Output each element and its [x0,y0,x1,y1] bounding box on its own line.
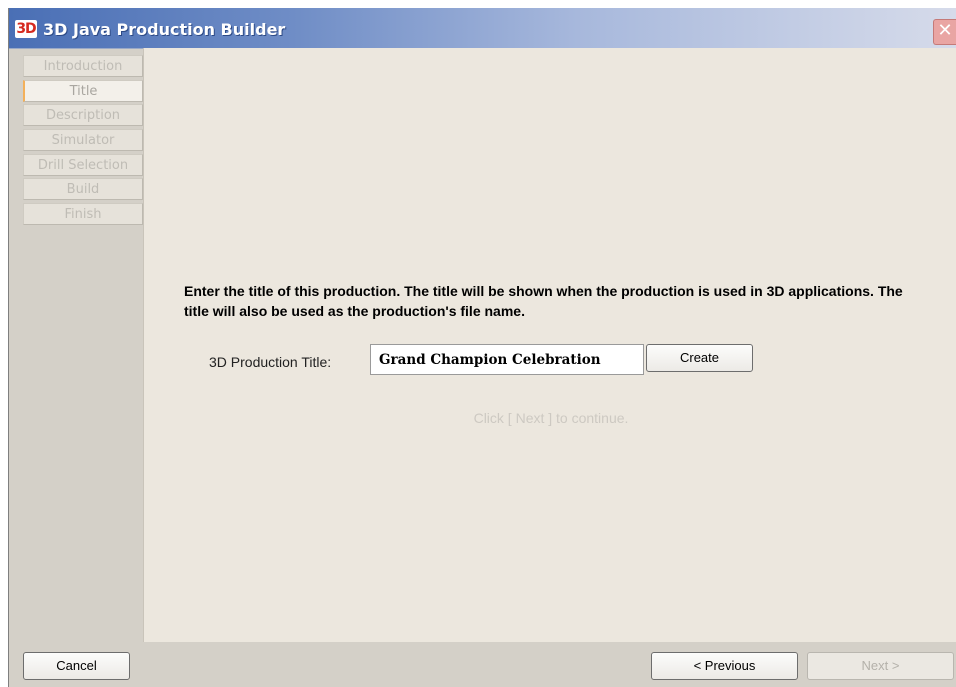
builder-window: 3D 3D Java Production Builder ✕ Introduc… [8,8,956,687]
production-title-input[interactable] [370,344,644,375]
instructions-text: Enter the title of this production. The … [184,283,903,319]
continue-hint: Click [ Next ] to continue. [473,410,629,426]
step-introduction[interactable]: Introduction [23,55,143,77]
wizard-steps-sidebar: Introduction Title Description Simulator… [23,55,143,228]
button-bar: Cancel < Previous Next > [9,642,956,687]
next-button[interactable]: Next > [807,652,954,680]
step-finish[interactable]: Finish [23,203,143,226]
close-icon[interactable]: ✕ [933,19,956,45]
create-button[interactable]: Create [646,344,753,372]
step-build[interactable]: Build [23,178,143,201]
step-drill-selection[interactable]: Drill Selection [23,153,143,176]
app-logo-icon: 3D [15,20,37,38]
previous-button[interactable]: < Previous [651,652,798,680]
step-simulator[interactable]: Simulator [23,129,143,152]
title-bar[interactable]: 3D 3D Java Production Builder ✕ [9,8,956,49]
content-panel: Enter the title of this production. The … [143,48,956,642]
cancel-button[interactable]: Cancel [23,652,130,680]
step-title[interactable]: Title [23,79,143,102]
window-title: 3D Java Production Builder [43,20,286,39]
step-description[interactable]: Description [23,104,143,127]
production-title-label: 3D Production Title: [209,354,332,370]
